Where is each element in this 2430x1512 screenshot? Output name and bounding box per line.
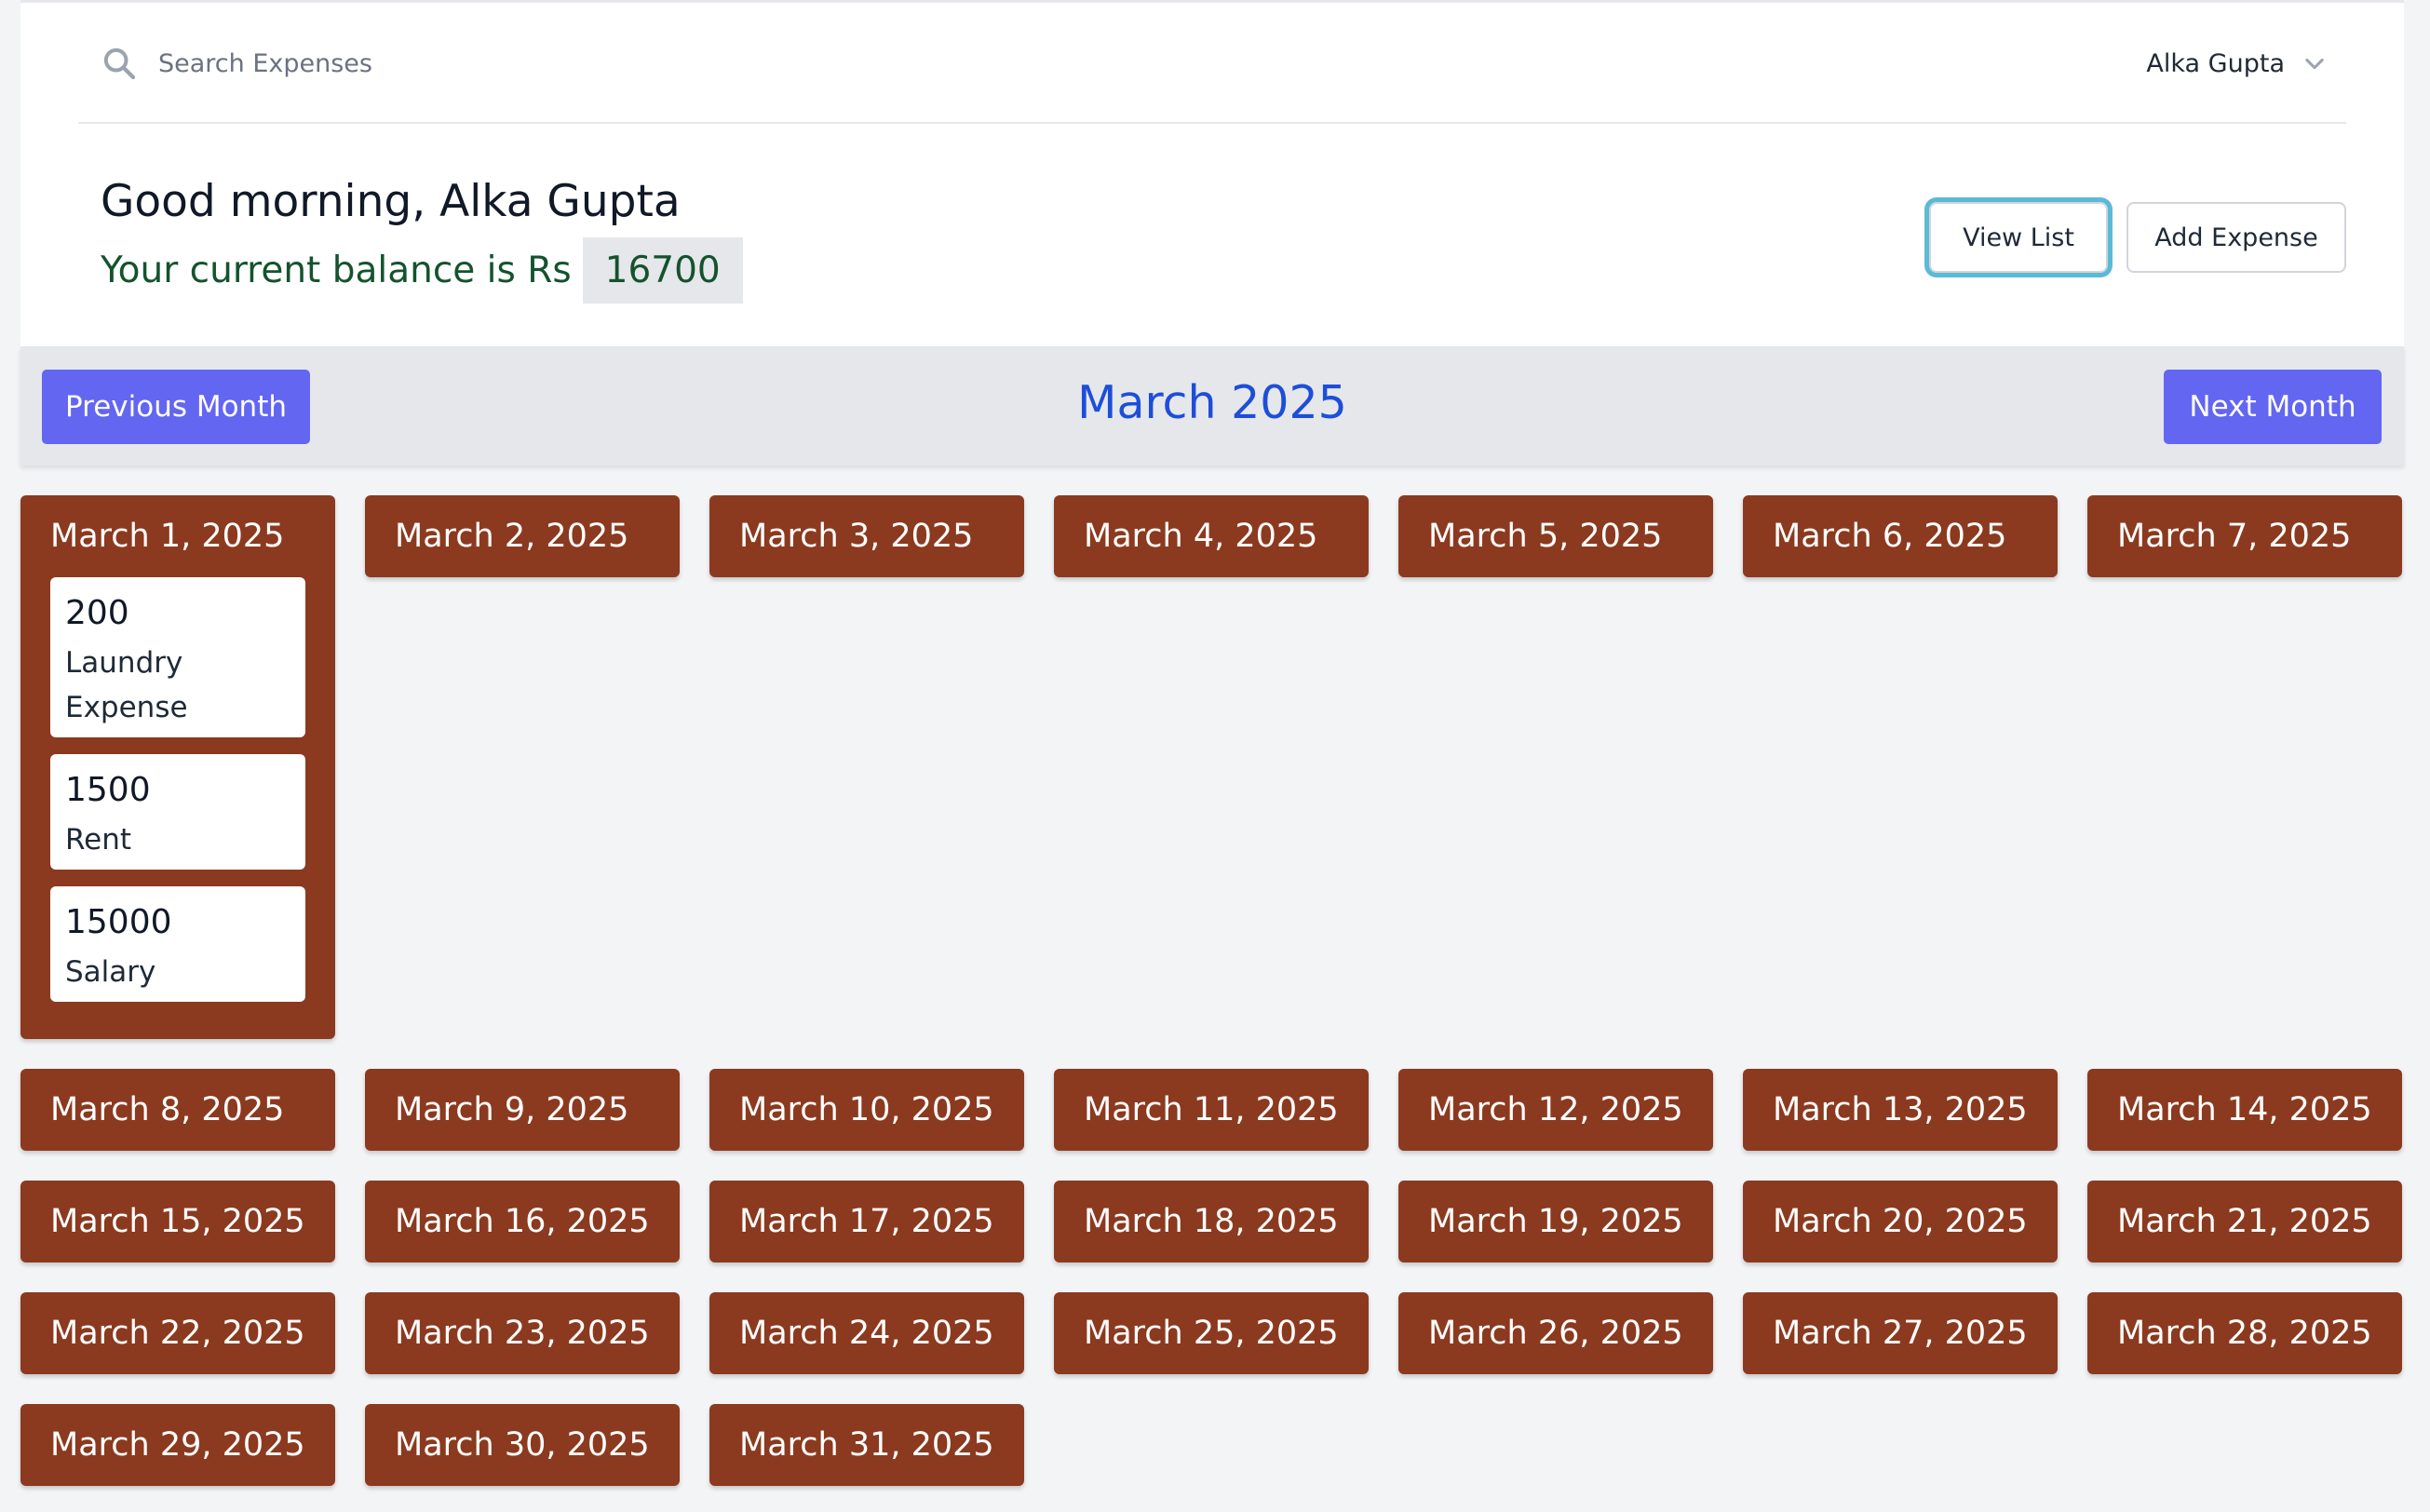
month-navigation: Previous Month March 2025 Next Month [20,346,2404,466]
next-month-button[interactable]: Next Month [2164,370,2382,444]
day-card[interactable]: March 16, 2025 [365,1181,680,1262]
user-menu[interactable]: Alka Gupta [2146,44,2328,83]
day-date-label: March 26, 2025 [1428,1315,1683,1352]
expense-description: Rent [65,823,132,857]
day-card[interactable]: March 17, 2025 [709,1181,1024,1262]
day-date-label: March 1, 2025 [50,518,285,555]
day-date-label: March 16, 2025 [395,1203,650,1240]
search-icon [103,47,136,80]
view-list-button[interactable]: View List [1929,202,2108,273]
day-card[interactable]: March 20, 2025 [1743,1181,2058,1262]
day-card[interactable]: March 15, 2025 [20,1181,335,1262]
day-card[interactable]: March 14, 2025 [2087,1069,2402,1151]
day-date-label: March 28, 2025 [2117,1315,2372,1352]
day-date-label: March 8, 2025 [50,1091,285,1128]
day-card[interactable]: March 4, 2025 [1054,495,1369,577]
day-date-label: March 14, 2025 [2117,1091,2372,1128]
day-date-label: March 25, 2025 [1084,1315,1339,1352]
day-date-label: March 20, 2025 [1773,1203,2028,1240]
expense-card[interactable]: 200 Laundry Expense [50,577,305,737]
expense-description: Laundry Expense [65,646,188,724]
day-date-label: March 31, 2025 [739,1426,994,1464]
day-date-label: March 11, 2025 [1084,1091,1339,1128]
day-card[interactable]: March 27, 2025 [1743,1292,2058,1374]
day-card[interactable]: March 6, 2025 [1743,495,2058,577]
chevron-down-icon [2305,58,2324,70]
day-date-label: March 9, 2025 [395,1091,629,1128]
day-card[interactable]: March 8, 2025 [20,1069,335,1151]
day-card[interactable]: March 12, 2025 [1398,1069,1713,1151]
day-date-label: March 17, 2025 [739,1203,994,1240]
day-date-label: March 24, 2025 [739,1315,994,1352]
day-card[interactable]: March 24, 2025 [709,1292,1024,1374]
top-panel: Alka Gupta Good morning, Alka Gupta Your… [20,0,2404,346]
day-date-label: March 5, 2025 [1428,518,1663,555]
search-input[interactable] [156,40,812,87]
day-card[interactable]: March 31, 2025 [709,1404,1024,1486]
day-card[interactable]: March 11, 2025 [1054,1069,1369,1151]
balance-value: 16700 [582,237,743,304]
day-date-label: March 10, 2025 [739,1091,994,1128]
day-card[interactable]: March 18, 2025 [1054,1181,1369,1262]
day-card[interactable]: March 10, 2025 [709,1069,1024,1151]
day-date-label: March 29, 2025 [50,1426,305,1464]
day-card[interactable]: March 7, 2025 [2087,495,2402,577]
day-card[interactable]: March 1, 2025 200 Laundry Expense 1500 Rent 1… [20,495,335,1039]
day-card[interactable]: March 23, 2025 [365,1292,680,1374]
day-date-label: March 12, 2025 [1428,1091,1683,1128]
day-date-label: March 13, 2025 [1773,1091,2028,1128]
day-card[interactable]: March 9, 2025 [365,1069,680,1151]
current-month-title: March 2025 [1077,376,1347,429]
day-date-label: March 15, 2025 [50,1203,305,1240]
expense-description: Salary [65,955,156,989]
expense-amount: 200 [65,594,129,632]
day-card[interactable]: March 3, 2025 [709,495,1024,577]
day-card[interactable]: March 5, 2025 [1398,495,1713,577]
balance-line: Your current balance is Rs 16700 [101,237,743,304]
day-date-label: March 7, 2025 [2117,518,2352,555]
day-card[interactable]: March 2, 2025 [365,495,680,577]
expense-card[interactable]: 15000 Salary [50,886,305,1002]
user-name: Alka Gupta [2146,48,2285,78]
day-date-label: March 18, 2025 [1084,1203,1339,1240]
day-date-label: March 22, 2025 [50,1315,305,1352]
day-date-label: March 27, 2025 [1773,1315,2028,1352]
greeting-heading: Good morning, Alka Gupta [101,176,681,227]
day-date-label: March 21, 2025 [2117,1203,2372,1240]
day-card[interactable]: March 28, 2025 [2087,1292,2402,1374]
day-card[interactable]: March 13, 2025 [1743,1069,2058,1151]
day-date-label: March 30, 2025 [395,1426,650,1464]
day-date-label: March 19, 2025 [1428,1203,1683,1240]
day-card[interactable]: March 25, 2025 [1054,1292,1369,1374]
day-card[interactable]: March 29, 2025 [20,1404,335,1486]
balance-label: Your current balance is Rs [101,250,572,291]
day-date-label: March 2, 2025 [395,518,629,555]
expense-amount: 1500 [65,771,151,809]
day-card[interactable]: March 19, 2025 [1398,1181,1713,1262]
expense-card[interactable]: 1500 Rent [50,754,305,870]
day-card[interactable]: March 21, 2025 [2087,1181,2402,1262]
day-date-label: March 23, 2025 [395,1315,650,1352]
day-card[interactable]: March 22, 2025 [20,1292,335,1374]
day-card[interactable]: March 26, 2025 [1398,1292,1713,1374]
add-expense-button[interactable]: Add Expense [2126,202,2346,273]
day-date-label: March 3, 2025 [739,518,974,555]
day-card[interactable]: March 30, 2025 [365,1404,680,1486]
day-date-label: March 6, 2025 [1773,518,2007,555]
expense-amount: 15000 [65,903,172,941]
day-date-label: March 4, 2025 [1084,518,1318,555]
search-bar: Alka Gupta [78,3,2346,124]
